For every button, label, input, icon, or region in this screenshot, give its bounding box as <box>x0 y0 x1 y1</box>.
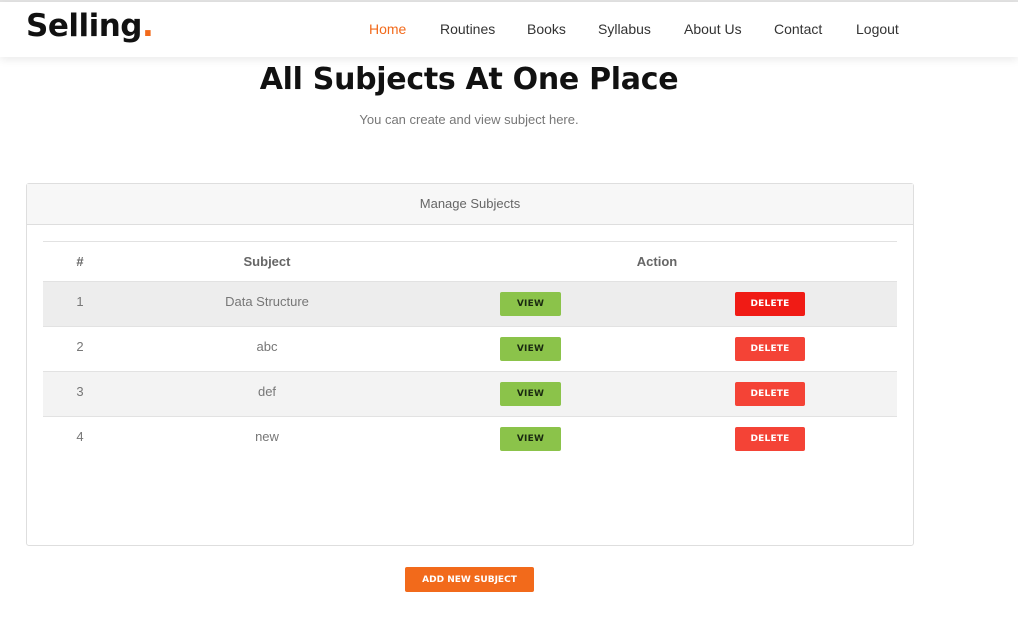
manage-subjects-card: Manage Subjects # Subject Action 1 Data … <box>26 183 914 546</box>
view-button[interactable]: VIEW <box>500 292 561 316</box>
page-subtitle: You can create and view subject here. <box>359 112 579 127</box>
add-new-subject-button[interactable]: ADD NEW SUBJECT <box>405 567 534 592</box>
delete-button[interactable]: DELETE <box>735 382 805 406</box>
nav-syllabus[interactable]: Syllabus <box>598 21 651 37</box>
table-row: 1 Data Structure VIEW DELETE <box>43 282 897 327</box>
nav-books[interactable]: Books <box>527 21 566 37</box>
row-subject: abc <box>256 339 278 354</box>
row-subject: new <box>255 429 279 444</box>
nav-home[interactable]: Home <box>369 21 406 37</box>
nav-logout[interactable]: Logout <box>856 21 899 37</box>
site-header: Selling. Home Routines Books Syllabus Ab… <box>0 2 1018 57</box>
table-row: 2 abc VIEW DELETE <box>43 327 897 372</box>
row-number: 2 <box>76 339 84 354</box>
main-nav: Home Routines Books Syllabus About Us Co… <box>0 2 1018 57</box>
page-title: All Subjects At One Place <box>259 62 679 97</box>
row-number: 1 <box>76 294 84 309</box>
table-header: # Subject Action <box>43 242 897 282</box>
row-number: 3 <box>76 384 84 399</box>
nav-routines[interactable]: Routines <box>440 21 495 37</box>
col-subject-header: Subject <box>243 254 291 269</box>
row-number: 4 <box>76 429 84 444</box>
view-button[interactable]: VIEW <box>500 337 561 361</box>
delete-button[interactable]: DELETE <box>735 427 805 451</box>
col-number-header: # <box>76 254 84 269</box>
table-row: 4 new VIEW DELETE <box>43 417 897 462</box>
col-action-header: Action <box>636 254 678 269</box>
row-subject: Data Structure <box>225 294 309 309</box>
nav-about-us[interactable]: About Us <box>684 21 742 37</box>
nav-contact[interactable]: Contact <box>774 21 822 37</box>
delete-button[interactable]: DELETE <box>735 337 805 361</box>
delete-button[interactable]: DELETE <box>735 292 805 316</box>
view-button[interactable]: VIEW <box>500 427 561 451</box>
subjects-table: # Subject Action 1 Data Structure VIEW D… <box>43 241 897 462</box>
view-button[interactable]: VIEW <box>500 382 561 406</box>
table-row: 3 def VIEW DELETE <box>43 372 897 417</box>
row-subject: def <box>257 384 277 399</box>
card-header: Manage Subjects <box>27 184 913 225</box>
